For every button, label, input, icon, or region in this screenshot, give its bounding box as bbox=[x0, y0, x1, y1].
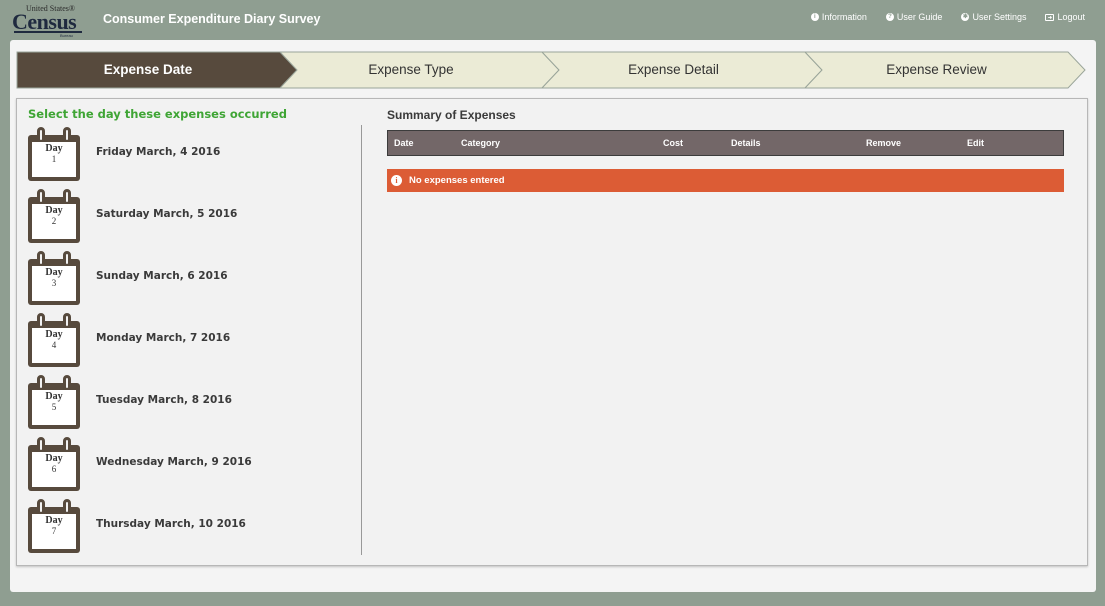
nav-user-guide[interactable]: ? User Guide bbox=[885, 12, 943, 22]
column-date: Date bbox=[394, 138, 414, 148]
step-expense-detail[interactable]: Expense Detail bbox=[542, 62, 805, 77]
calendar-day-number: 5 bbox=[51, 402, 57, 412]
calendar-icon: Day 3 bbox=[27, 251, 81, 307]
calendar-ring bbox=[37, 251, 45, 267]
calendar-text: Day 2 bbox=[32, 205, 76, 227]
top-bar: United States® Census Bureau Consumer Ex… bbox=[0, 0, 1105, 40]
info-icon: i bbox=[810, 13, 819, 21]
logo-bureau-text: Bureau bbox=[60, 33, 73, 38]
calendar-day-number: 2 bbox=[51, 216, 57, 226]
day-row[interactable]: Day 6 Wednesday March, 9 2016 bbox=[27, 437, 327, 493]
column-divider bbox=[361, 125, 362, 555]
calendar-ring bbox=[37, 375, 45, 391]
calendar-text: Day 6 bbox=[32, 453, 76, 475]
calendar-day-word: Day bbox=[45, 391, 63, 402]
expense-table-header: Date Category Cost Details Remove Edit bbox=[387, 130, 1064, 156]
day-row[interactable]: Day 7 Thursday March, 10 2016 bbox=[27, 499, 327, 555]
calendar-day-word: Day bbox=[45, 515, 63, 526]
calendar-day-word: Day bbox=[45, 329, 63, 340]
step-expense-date[interactable]: Expense Date bbox=[16, 62, 280, 77]
main-panel: Expense Date Expense Type Expense Detail… bbox=[10, 40, 1096, 592]
nav-logout[interactable]: ➜ Logout bbox=[1045, 12, 1085, 22]
calendar-ring bbox=[63, 251, 71, 267]
calendar-day-word: Day bbox=[45, 205, 63, 216]
calendar-icon: Day 7 bbox=[27, 499, 81, 555]
no-expenses-message: No expenses entered bbox=[409, 175, 505, 186]
day-label: Thursday March, 10 2016 bbox=[96, 518, 246, 530]
content-box: Select the day these expenses occurred D… bbox=[16, 98, 1088, 566]
day-row[interactable]: Day 2 Saturday March, 5 2016 bbox=[27, 189, 327, 245]
calendar-text: Day 7 bbox=[32, 515, 76, 537]
calendar-ring bbox=[37, 437, 45, 453]
step-expense-type[interactable]: Expense Type bbox=[280, 62, 542, 77]
calendar-text: Day 4 bbox=[32, 329, 76, 351]
calendar-icon: Day 4 bbox=[27, 313, 81, 369]
day-row[interactable]: Day 3 Sunday March, 6 2016 bbox=[27, 251, 327, 307]
calendar-day-word: Day bbox=[45, 143, 63, 154]
logout-icon: ➜ bbox=[1045, 13, 1055, 21]
info-icon: i bbox=[391, 175, 402, 186]
nav-user-settings-label: User Settings bbox=[972, 12, 1027, 22]
calendar-text: Day 5 bbox=[32, 391, 76, 413]
calendar-icon: Day 2 bbox=[27, 189, 81, 245]
calendar-icon: Day 5 bbox=[27, 375, 81, 431]
calendar-ring bbox=[37, 189, 45, 205]
calendar-ring bbox=[37, 499, 45, 515]
column-details: Details bbox=[731, 138, 761, 148]
column-edit: Edit bbox=[967, 138, 984, 148]
calendar-day-number: 3 bbox=[51, 278, 57, 288]
calendar-day-number: 7 bbox=[51, 526, 57, 536]
top-nav: i Information ? User Guide ✱ User Settin… bbox=[792, 12, 1085, 22]
calendar-icon: Day 1 bbox=[27, 127, 81, 183]
day-label: Wednesday March, 9 2016 bbox=[96, 456, 252, 468]
calendar-day-number: 6 bbox=[51, 464, 57, 474]
column-remove: Remove bbox=[866, 138, 902, 148]
calendar-day-number: 4 bbox=[51, 340, 57, 350]
column-cost: Cost bbox=[663, 138, 683, 148]
day-selector: Select the day these expenses occurred D… bbox=[17, 99, 361, 565]
nav-information-label: Information bbox=[821, 12, 867, 22]
gear-icon: ✱ bbox=[961, 13, 970, 21]
day-label: Tuesday March, 8 2016 bbox=[96, 394, 232, 406]
nav-logout-label: Logout bbox=[1057, 12, 1085, 22]
day-row[interactable]: Day 4 Monday March, 7 2016 bbox=[27, 313, 327, 369]
day-row[interactable]: Day 1 Friday March, 4 2016 bbox=[27, 127, 327, 183]
calendar-text: Day 1 bbox=[32, 143, 76, 165]
day-label: Monday March, 7 2016 bbox=[96, 332, 231, 344]
calendar-ring bbox=[63, 127, 71, 143]
nav-user-settings[interactable]: ✱ User Settings bbox=[961, 12, 1026, 22]
no-expenses-alert: i No expenses entered bbox=[387, 169, 1064, 192]
calendar-ring bbox=[63, 375, 71, 391]
day-label: Sunday March, 6 2016 bbox=[96, 270, 228, 282]
column-category: Category bbox=[461, 138, 501, 148]
day-select-heading: Select the day these expenses occurred bbox=[28, 107, 287, 121]
summary-title: Summary of Expenses bbox=[387, 108, 516, 122]
question-icon: ? bbox=[885, 13, 894, 21]
day-label: Saturday March, 5 2016 bbox=[96, 208, 238, 220]
calendar-icon: Day 6 bbox=[27, 437, 81, 493]
day-row[interactable]: Day 5 Tuesday March, 8 2016 bbox=[27, 375, 327, 431]
calendar-text: Day 3 bbox=[32, 267, 76, 289]
calendar-ring bbox=[37, 127, 45, 143]
app-title: Consumer Expenditure Diary Survey bbox=[103, 12, 321, 26]
calendar-ring bbox=[63, 437, 71, 453]
calendar-ring bbox=[63, 313, 71, 329]
day-label: Friday March, 4 2016 bbox=[96, 146, 221, 158]
calendar-day-number: 1 bbox=[51, 154, 57, 164]
calendar-day-word: Day bbox=[45, 267, 63, 278]
wizard-steps: Expense Date Expense Type Expense Detail… bbox=[16, 51, 1086, 89]
nav-information[interactable]: i Information bbox=[810, 12, 867, 22]
census-logo[interactable]: United States® Census Bureau bbox=[12, 4, 86, 38]
calendar-ring bbox=[63, 189, 71, 205]
calendar-ring bbox=[37, 313, 45, 329]
nav-user-guide-label: User Guide bbox=[896, 12, 943, 22]
step-expense-review[interactable]: Expense Review bbox=[805, 62, 1068, 77]
calendar-ring bbox=[63, 499, 71, 515]
calendar-day-word: Day bbox=[45, 453, 63, 464]
